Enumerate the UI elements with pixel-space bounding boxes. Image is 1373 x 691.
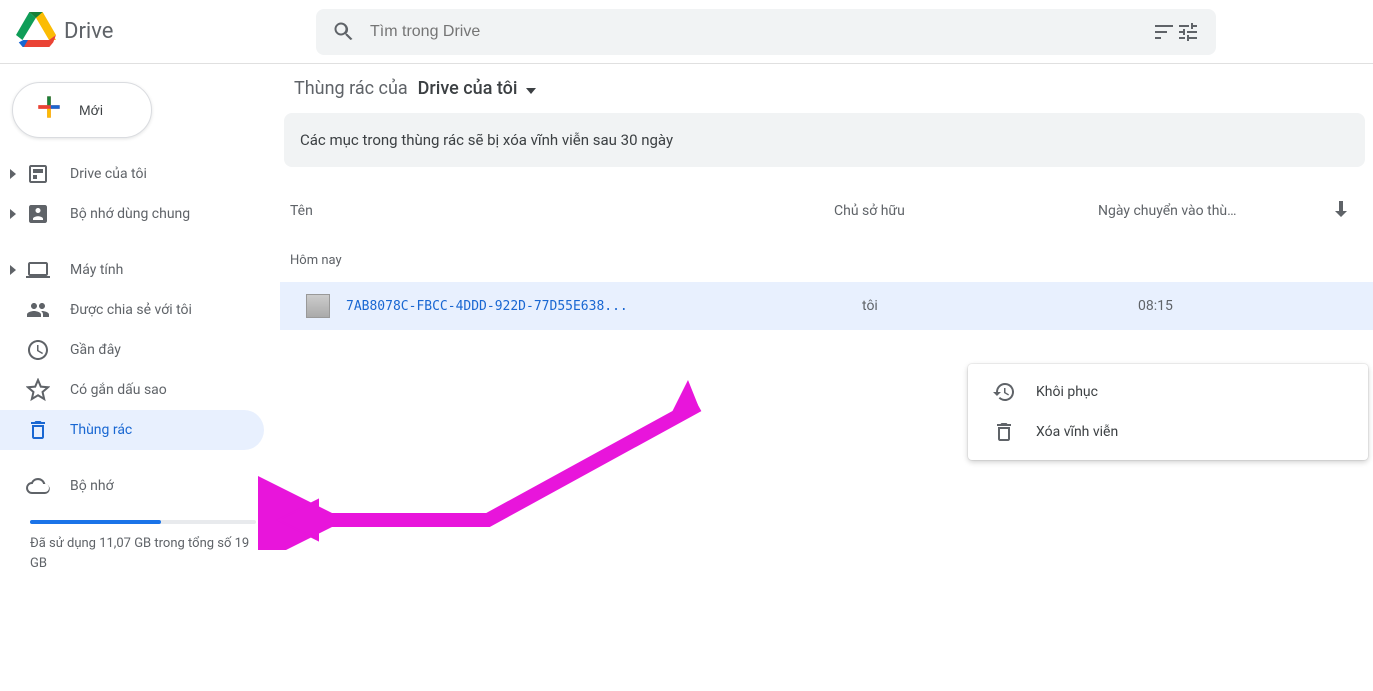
plus-icon [33,91,65,129]
drive-logo-icon [16,12,56,52]
column-header-name[interactable]: Tên [290,203,830,219]
search-options-icon[interactable] [1152,20,1176,44]
sidebar-item-starred[interactable]: Có gắn dấu sao [0,370,264,410]
star-icon [26,378,50,402]
sidebar-item-label: Được chia sẻ với tôi [70,302,192,318]
storage-text: Đã sử dụng 11,07 GB trong tổng số 19 GB [30,534,256,573]
storage-block: Đã sử dụng 11,07 GB trong tổng số 19 GB [30,520,256,573]
sidebar-item-shared-with-me[interactable]: Được chia sẻ với tôi [0,290,264,330]
file-thumbnail-icon [306,294,330,318]
sidebar-item-mydrive[interactable]: Drive của tôi [0,154,264,194]
breadcrumb-prefix: Thùng rác của [294,78,408,99]
clock-icon [26,338,50,362]
sidebar-item-trash[interactable]: Thùng rác [0,410,264,450]
menu-item-restore[interactable]: Khôi phục [968,372,1368,412]
trash-icon [26,418,50,442]
breadcrumb: Thùng rác của Drive của tôi [280,78,1373,113]
sidebar: Mới Drive của tôi Bộ nhớ dùng chung Máy … [0,64,280,691]
column-header-owner[interactable]: Chủ sở hữu [834,203,1094,219]
sidebar-item-storage[interactable]: Bộ nhớ [0,466,264,506]
mydrive-icon [26,162,50,186]
people-icon [26,298,50,322]
restore-icon [992,380,1016,404]
tune-icon[interactable] [1176,20,1200,44]
trash-info-banner: Các mục trong thùng rác sẽ bị xóa vĩnh v… [284,113,1365,167]
sidebar-item-label: Bộ nhớ dùng chung [70,206,190,222]
search-input[interactable] [370,23,1152,41]
sort-arrow-down-icon[interactable] [1329,197,1353,225]
topbar: Drive [0,0,1373,64]
column-header-date[interactable]: Ngày chuyển vào thù… [1098,203,1325,219]
shared-drives-icon [26,202,50,226]
sidebar-item-label: Drive của tôi [70,166,147,182]
storage-bar [30,520,256,524]
sidebar-item-label: Gần đây [70,342,121,358]
nav-list: Drive của tôi Bộ nhớ dùng chung Máy tính… [0,154,280,506]
search-bar[interactable] [316,9,1216,55]
body: Mới Drive của tôi Bộ nhớ dùng chung Máy … [0,64,1373,691]
file-owner: tôi [862,298,1122,314]
sidebar-item-label: Bộ nhớ [70,478,114,494]
logo-wrap[interactable]: Drive [16,12,296,52]
file-row[interactable]: 7AB8078C-FBCC-4DDD-922D-77D55E638... tôi… [280,282,1373,330]
group-label: Hôm nay [280,237,1373,282]
sidebar-item-shared-drives[interactable]: Bộ nhớ dùng chung [0,194,264,234]
menu-item-label: Khôi phục [1036,384,1098,400]
sidebar-item-label: Máy tính [70,262,123,278]
menu-item-delete-forever[interactable]: Xóa vĩnh viễn [968,412,1368,452]
computer-icon [26,258,50,282]
new-button[interactable]: Mới [12,82,152,138]
context-menu: Khôi phục Xóa vĩnh viễn [968,364,1368,460]
sidebar-item-recent[interactable]: Gần đây [0,330,264,370]
breadcrumb-current[interactable]: Drive của tôi [418,78,536,99]
sidebar-item-computers[interactable]: Máy tính [0,250,264,290]
main-area: Thùng rác của Drive của tôi Các mục tron… [280,64,1373,691]
storage-bar-fill [30,520,161,524]
file-date: 08:15 [1138,298,1173,314]
sidebar-item-label: Có gắn dấu sao [70,382,167,398]
new-button-label: Mới [79,102,103,118]
delete-forever-icon [992,420,1016,444]
breadcrumb-current-label: Drive của tôi [418,78,518,99]
menu-item-label: Xóa vĩnh viễn [1036,424,1118,440]
sidebar-item-label: Thùng rác [70,422,132,438]
search-icon[interactable] [332,20,356,44]
app-name: Drive [64,19,113,44]
cloud-icon [26,474,50,498]
caret-down-icon [526,78,536,99]
column-headers: Tên Chủ sở hữu Ngày chuyển vào thù… [280,185,1373,237]
file-name: 7AB8078C-FBCC-4DDD-922D-77D55E638... [346,299,846,314]
